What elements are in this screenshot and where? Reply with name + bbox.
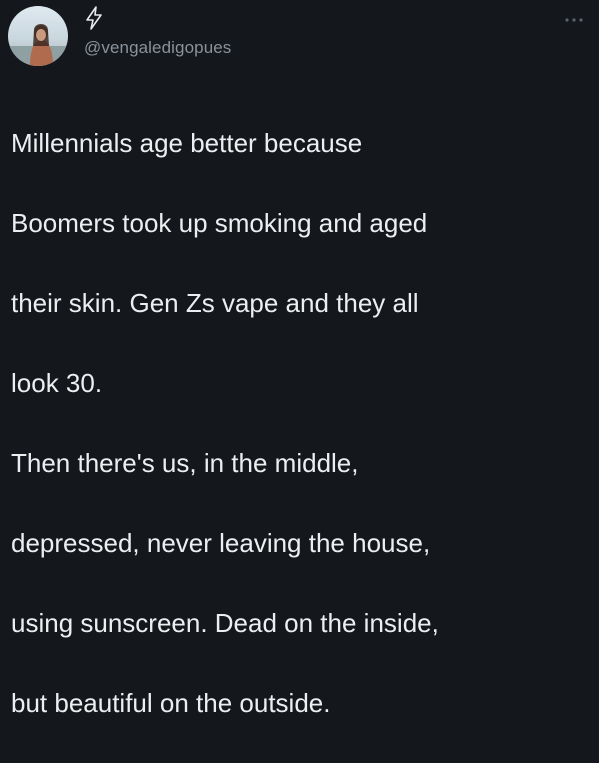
tweet-text-line: depressed, never leaving the house, [11, 528, 431, 558]
tweet-text: Millennials age better because Boomers t… [11, 83, 581, 763]
tweet-text-line: their skin. Gen Zs vape and they all [11, 288, 419, 318]
tweet-text-line: using sunscreen. Dead on the inside, [11, 608, 439, 638]
lightning-bolt-icon [86, 6, 102, 30]
tweet-text-line: look 30. [11, 368, 103, 398]
tweet-text-line: but beautiful on the outside. [11, 688, 331, 718]
more-options-icon [565, 18, 583, 22]
avatar-image [8, 6, 68, 66]
avatar[interactable] [8, 6, 68, 66]
user-handle[interactable]: @vengaledigopues [84, 38, 231, 58]
tweet-text-line: Boomers took up smoking and aged [11, 208, 428, 238]
display-name[interactable] [84, 6, 104, 30]
tweet-card: @vengaledigopues Millennials age better … [0, 0, 599, 718]
more-options-button[interactable] [561, 10, 587, 30]
tweet-text-line: Then there's us, in the middle, [11, 448, 359, 478]
tweet-text-line: Millennials age better because [11, 128, 363, 158]
